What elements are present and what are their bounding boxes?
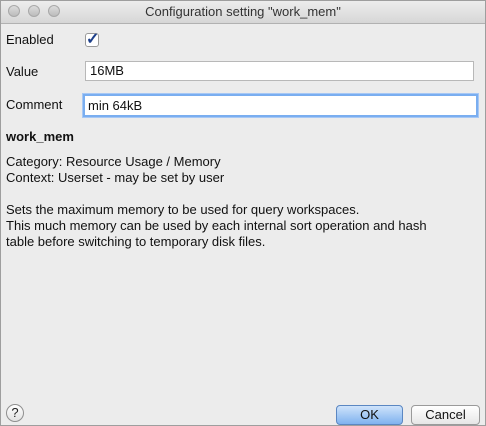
description-line-2: This much memory can be used by each int… — [6, 218, 427, 233]
comment-input[interactable]: min 64kB — [83, 94, 478, 117]
help-button[interactable]: ? — [6, 404, 24, 422]
cancel-button[interactable]: Cancel — [411, 405, 480, 425]
comment-label: Comment — [6, 97, 63, 112]
category-text: Category: Resource Usage / Memory — [6, 154, 221, 169]
context-text: Context: Userset - may be set by user — [6, 170, 225, 185]
title-bar: Configuration setting "work_mem" — [1, 1, 485, 24]
enabled-checkbox[interactable]: ✓ — [85, 31, 99, 48]
configuration-dialog: Configuration setting "work_mem" Enabled… — [0, 0, 486, 426]
value-input[interactable]: 16MB — [85, 61, 474, 81]
description-line-1: Sets the maximum memory to be used for q… — [6, 202, 360, 217]
description-line-3: table before switching to temporary disk… — [6, 234, 266, 249]
setting-name-heading: work_mem — [6, 129, 74, 144]
window-title: Configuration setting "work_mem" — [145, 4, 341, 19]
value-label: Value — [6, 64, 39, 79]
enabled-label: Enabled — [6, 32, 54, 47]
ok-button[interactable]: OK — [336, 405, 403, 425]
checkmark-icon: ✓ — [86, 31, 100, 48]
